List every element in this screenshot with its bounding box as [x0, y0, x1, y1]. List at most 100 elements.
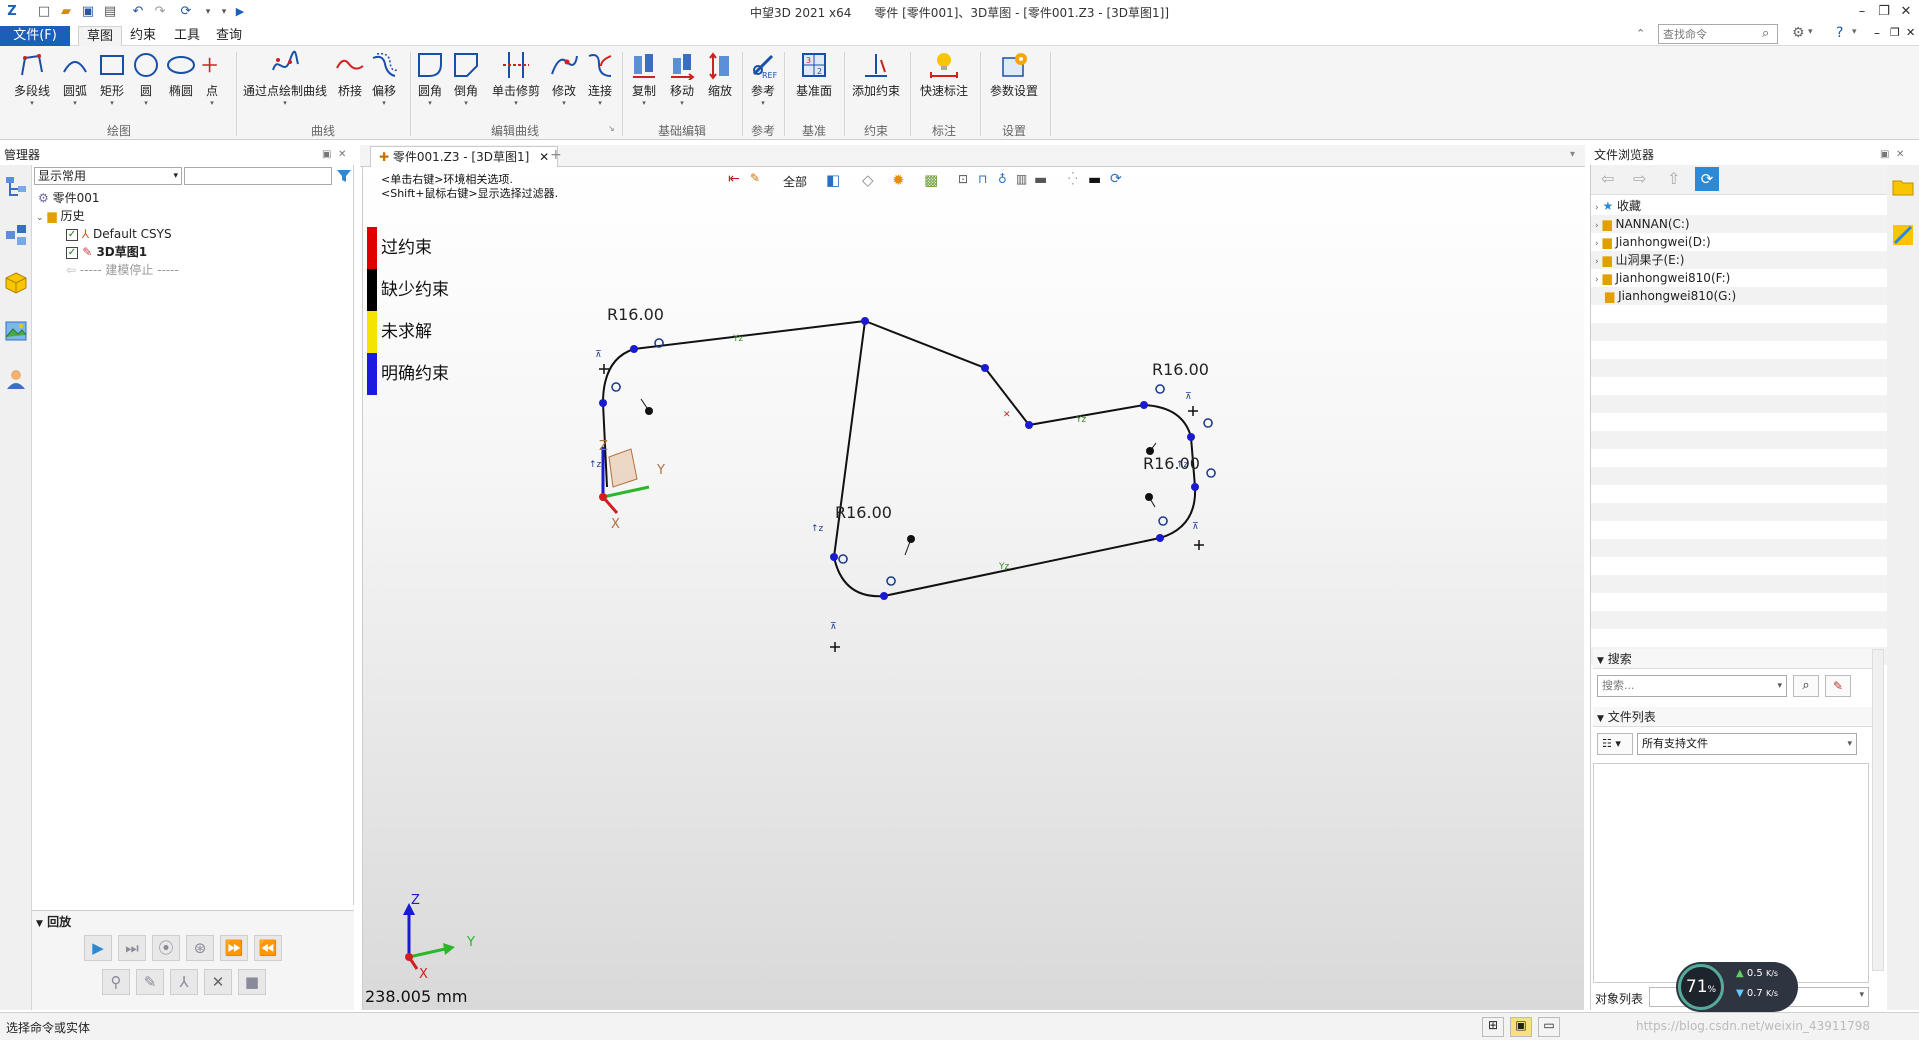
rewind-icon[interactable]: ⏪ — [254, 935, 282, 961]
gear-icon[interactable]: ⚙ — [1792, 25, 1805, 41]
visibility-checkbox[interactable]: ✓ — [66, 246, 78, 259]
modify-button[interactable]: 修改 ▾ — [548, 50, 580, 107]
tree-item-stop-modeling[interactable]: ⇦ ----- 建模停止 ----- — [66, 261, 179, 279]
panel-close-icon[interactable]: ✕ — [1896, 145, 1904, 165]
ellipse-button[interactable]: 椭圆 — [164, 50, 198, 99]
fast-forward-icon[interactable]: ⏩ — [220, 935, 248, 961]
tree-item-drive-e[interactable]: › ▆ 山洞果子(E:) — [1595, 251, 1685, 269]
network-monitor-widget[interactable]: 71% ▲ 0.5 K/s ▼ 0.7 K/s — [1676, 962, 1798, 1012]
tree-search-input[interactable] — [184, 167, 332, 185]
close-button[interactable]: ✕ — [1896, 2, 1916, 22]
tree-item-part[interactable]: ⚙ 零件001 — [38, 189, 100, 207]
view-mode-icon[interactable]: ☷ ▾ — [1597, 733, 1633, 755]
play-icon[interactable]: ▶ — [84, 935, 112, 961]
stop-icon[interactable]: ■ — [238, 969, 266, 995]
pencil-icon[interactable]: ✎ — [136, 969, 164, 995]
refresh-icon[interactable]: ⟳ — [1695, 167, 1719, 191]
tree-item-history[interactable]: ⌄ ▆ 历史 — [36, 207, 84, 225]
panel-float-icon[interactable]: ▣ — [1880, 145, 1889, 165]
tree-item-drive-c[interactable]: › ▆ NANNAN(C:) — [1595, 215, 1690, 233]
window-icon[interactable]: ▭ — [1538, 1017, 1560, 1037]
visibility-checkbox[interactable]: ✓ — [66, 228, 78, 241]
filter-icon[interactable] — [336, 168, 352, 184]
collapse-ribbon-icon[interactable]: ⌃ — [1636, 27, 1645, 40]
display-icon[interactable]: ▣ — [1510, 1017, 1532, 1037]
clear-search-icon[interactable]: ✎ — [1825, 675, 1851, 697]
help-dropdown-icon[interactable]: ▾ — [1852, 27, 1857, 37]
back-arrow-icon[interactable]: ⇦ — [1601, 169, 1614, 188]
ribbon-minimize-button[interactable]: – — [1874, 26, 1880, 40]
file-type-select[interactable]: 所有支持文件 ▾ — [1637, 733, 1857, 755]
bridge-button[interactable]: 桥接 — [334, 50, 366, 99]
3d-viewport[interactable]: <单击右键>环境相关选项. <Shift+鼠标右键>显示选择过滤器. ⇤ ✎ 全… — [362, 167, 1584, 1010]
pipe-tool-icon[interactable]: ⚲ — [102, 969, 130, 995]
history-tree-icon[interactable] — [4, 175, 28, 199]
panel-float-icon[interactable]: ▣ — [322, 145, 331, 165]
offset-button[interactable]: 偏移 ▾ — [368, 50, 400, 107]
panel-close-icon[interactable]: ✕ — [338, 145, 346, 165]
polyline-button[interactable]: 多段线 ▾ — [10, 50, 54, 107]
ribbon-restore-button[interactable]: ❐ — [1890, 26, 1900, 39]
copy-button[interactable]: 复制 ▾ — [626, 50, 662, 107]
file-list-section-header[interactable]: ▼ 文件列表 — [1593, 707, 1873, 727]
point-button[interactable]: 点 ▾ — [200, 50, 224, 107]
restore-button[interactable]: ❐ — [1874, 2, 1894, 22]
image-library-icon[interactable] — [4, 319, 28, 343]
tab-close-icon[interactable]: ✕ — [539, 150, 549, 164]
file-list[interactable] — [1593, 763, 1869, 983]
minimize-button[interactable]: – — [1852, 2, 1872, 22]
feature-edit-icon[interactable]: ⅄ — [170, 969, 198, 995]
palette-icon[interactable] — [1891, 223, 1915, 247]
tab-sketch[interactable]: 草图 — [78, 26, 123, 46]
rectangle-button[interactable]: 矩形 ▾ — [96, 50, 128, 107]
forward-arrow-icon[interactable]: ⇨ — [1633, 169, 1646, 188]
add-constraint-button[interactable]: 添加约束 — [848, 50, 904, 99]
quick-dimension-button[interactable]: 快速标注 — [914, 50, 974, 99]
file-menu[interactable]: 文件(F) — [0, 26, 70, 46]
tab-query[interactable]: 查询 — [208, 26, 250, 46]
display-filter-select[interactable]: 显示常用 ▾ — [34, 167, 182, 185]
datum-plane-button[interactable]: 32 基准面 — [790, 50, 838, 99]
join-button[interactable]: 连接 ▾ — [584, 50, 616, 107]
up-arrow-icon[interactable]: ⇧ — [1667, 169, 1680, 188]
fillet-button[interactable]: 圆角 ▾ — [414, 50, 446, 107]
new-tab-icon[interactable]: + — [550, 147, 562, 163]
help-icon[interactable]: ? — [1836, 25, 1843, 41]
command-search-input[interactable]: 查找命令 — [1658, 24, 1778, 44]
search-section-header[interactable]: ▼ 搜索 — [1593, 649, 1873, 669]
next-step-icon[interactable]: ⦿ — [152, 935, 180, 961]
radius-dimension[interactable]: R16.00 — [1143, 454, 1200, 473]
tree-item-drive-g[interactable]: ▆ Jianhongwei810(G:) — [1605, 287, 1736, 305]
chamfer-button[interactable]: 倒角 ▾ — [450, 50, 482, 107]
reference-button[interactable]: REF 参考 ▾ — [746, 50, 780, 107]
playback-title[interactable]: ▼ 回放 — [36, 913, 71, 930]
scrollbar[interactable] — [1872, 649, 1884, 971]
radius-dimension[interactable]: R16.00 — [835, 503, 892, 522]
tree-item-default-csys[interactable]: ✓ ⅄ Default CSYS — [66, 225, 172, 243]
search-icon[interactable]: ⌕ — [1762, 26, 1769, 41]
curve-through-points-button[interactable]: 通过点绘制曲线 ▾ — [240, 50, 330, 107]
tree-item-3d-sketch[interactable]: ✓ ✎ 3D草图1 — [66, 243, 147, 261]
layout-icon[interactable]: ⊞ — [1482, 1017, 1504, 1037]
settings-dropdown-icon[interactable]: ▾ — [1808, 27, 1813, 37]
tree-item-drive-d[interactable]: › ▆ Jianhongwei(D:) — [1595, 233, 1711, 251]
folder-icon[interactable] — [1891, 175, 1915, 199]
tab-constraint[interactable]: 约束 — [122, 26, 164, 46]
parameter-settings-button[interactable]: 参数设置 — [984, 50, 1044, 99]
assembly-tree-icon[interactable] — [4, 223, 28, 247]
delete-icon[interactable]: ✕ — [204, 969, 232, 995]
part-icon[interactable] — [4, 271, 28, 295]
file-search-input[interactable]: 搜索... ▾ — [1597, 675, 1787, 697]
radius-dimension[interactable]: R16.00 — [1152, 360, 1209, 379]
tree-item-drive-f[interactable]: › ▆ Jianhongwei810(F:) — [1595, 269, 1730, 287]
tab-tools[interactable]: 工具 — [166, 26, 208, 46]
circle-button[interactable]: 圆 ▾ — [130, 50, 162, 107]
arc-button[interactable]: 圆弧 ▾ — [58, 50, 92, 107]
tree-item-favorites[interactable]: › ★ 收藏 — [1595, 197, 1641, 215]
click-trim-button[interactable]: 单击修剪 ▾ — [488, 50, 544, 107]
ribbon-close-button[interactable]: ✕ — [1906, 26, 1915, 39]
scale-button[interactable]: 缩放 — [702, 50, 738, 99]
skip-step-icon[interactable]: ⊛ — [186, 935, 214, 961]
search-icon[interactable]: ⌕ — [1793, 675, 1819, 697]
chevron-down-icon[interactable]: ⌄ — [36, 213, 44, 223]
